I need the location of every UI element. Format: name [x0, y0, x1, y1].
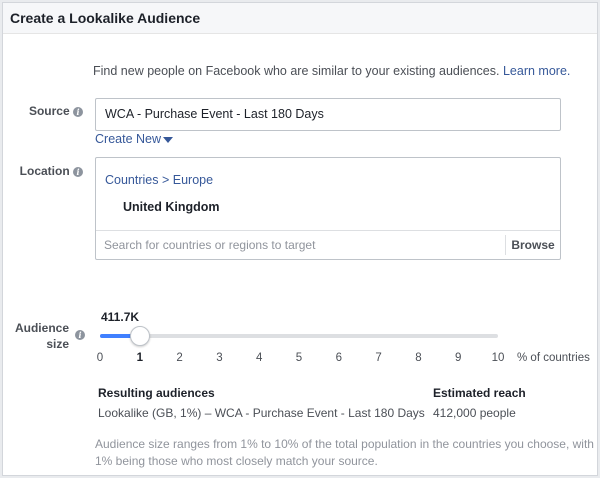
location-label: Location — [19, 164, 70, 178]
audience-size-label-line1: Audience — [14, 321, 69, 335]
intro-description: Find new people on Facebook who are simi… — [93, 64, 500, 78]
slider-unit: % of countries — [517, 352, 590, 364]
slider-tick-10[interactable]: 10 — [492, 352, 505, 364]
slider-thumb[interactable] — [129, 326, 150, 346]
location-breadcrumb[interactable]: Countries > Europe — [105, 173, 213, 187]
slider-tick-0[interactable]: 0 — [97, 352, 103, 364]
slider-tick-1[interactable]: 1 — [137, 352, 143, 364]
slider-tick-9[interactable]: 9 — [455, 352, 461, 364]
slider-tick-2[interactable]: 2 — [176, 352, 182, 364]
create-new-label: Create New — [95, 132, 161, 146]
slider-tick-5[interactable]: 5 — [296, 352, 302, 364]
slider-tick-8[interactable]: 8 — [415, 352, 421, 364]
slider-tick-6[interactable]: 6 — [336, 352, 342, 364]
source-input[interactable]: WCA - Purchase Event - Last 180 Days — [95, 98, 561, 131]
audience-size-info-icon[interactable]: i — [75, 330, 85, 340]
intro-text: Find new people on Facebook who are simi… — [93, 64, 570, 78]
source-info-icon[interactable]: i — [73, 106, 83, 117]
selected-country: United Kingdom — [123, 200, 220, 214]
location-search-row: Browse — [96, 230, 560, 259]
estimated-reach-value: 412,000 people — [433, 406, 516, 420]
audience-size-slider[interactable] — [100, 326, 498, 346]
audience-size-label-line2: size — [46, 337, 69, 351]
caret-down-icon — [163, 136, 173, 143]
source-label: Source — [28, 104, 70, 118]
slider-tick-7[interactable]: 7 — [375, 352, 381, 364]
dialog-title: Create a Lookalike Audience — [3, 3, 597, 34]
create-new-dropdown[interactable]: Create New — [95, 132, 173, 146]
estimated-reach-header: Estimated reach — [433, 386, 526, 400]
learn-more-link[interactable]: Learn more. — [503, 64, 570, 78]
audience-size-value: 411.7K — [101, 310, 140, 324]
resulting-audiences-header: Resulting audiences — [98, 386, 215, 400]
location-info-icon[interactable]: i — [73, 166, 83, 177]
location-box: Countries > Europe United Kingdom Browse — [95, 157, 561, 260]
slider-tick-4[interactable]: 4 — [256, 352, 262, 364]
audience-size-note: Audience size ranges from 1% to 10% of t… — [95, 437, 594, 468]
slider-tick-3[interactable]: 3 — [216, 352, 222, 364]
location-search-input[interactable] — [96, 231, 503, 259]
audience-size-label-row: Audience size — [3, 320, 69, 352]
location-label-row: Location i — [3, 164, 83, 178]
browse-button[interactable]: Browse — [505, 235, 560, 255]
lookalike-dialog: Create a Lookalike Audience Find new peo… — [2, 2, 598, 476]
resulting-audiences-value: Lookalike (GB, 1%) – WCA - Purchase Even… — [98, 406, 425, 420]
source-label-row: Source i — [3, 104, 83, 118]
